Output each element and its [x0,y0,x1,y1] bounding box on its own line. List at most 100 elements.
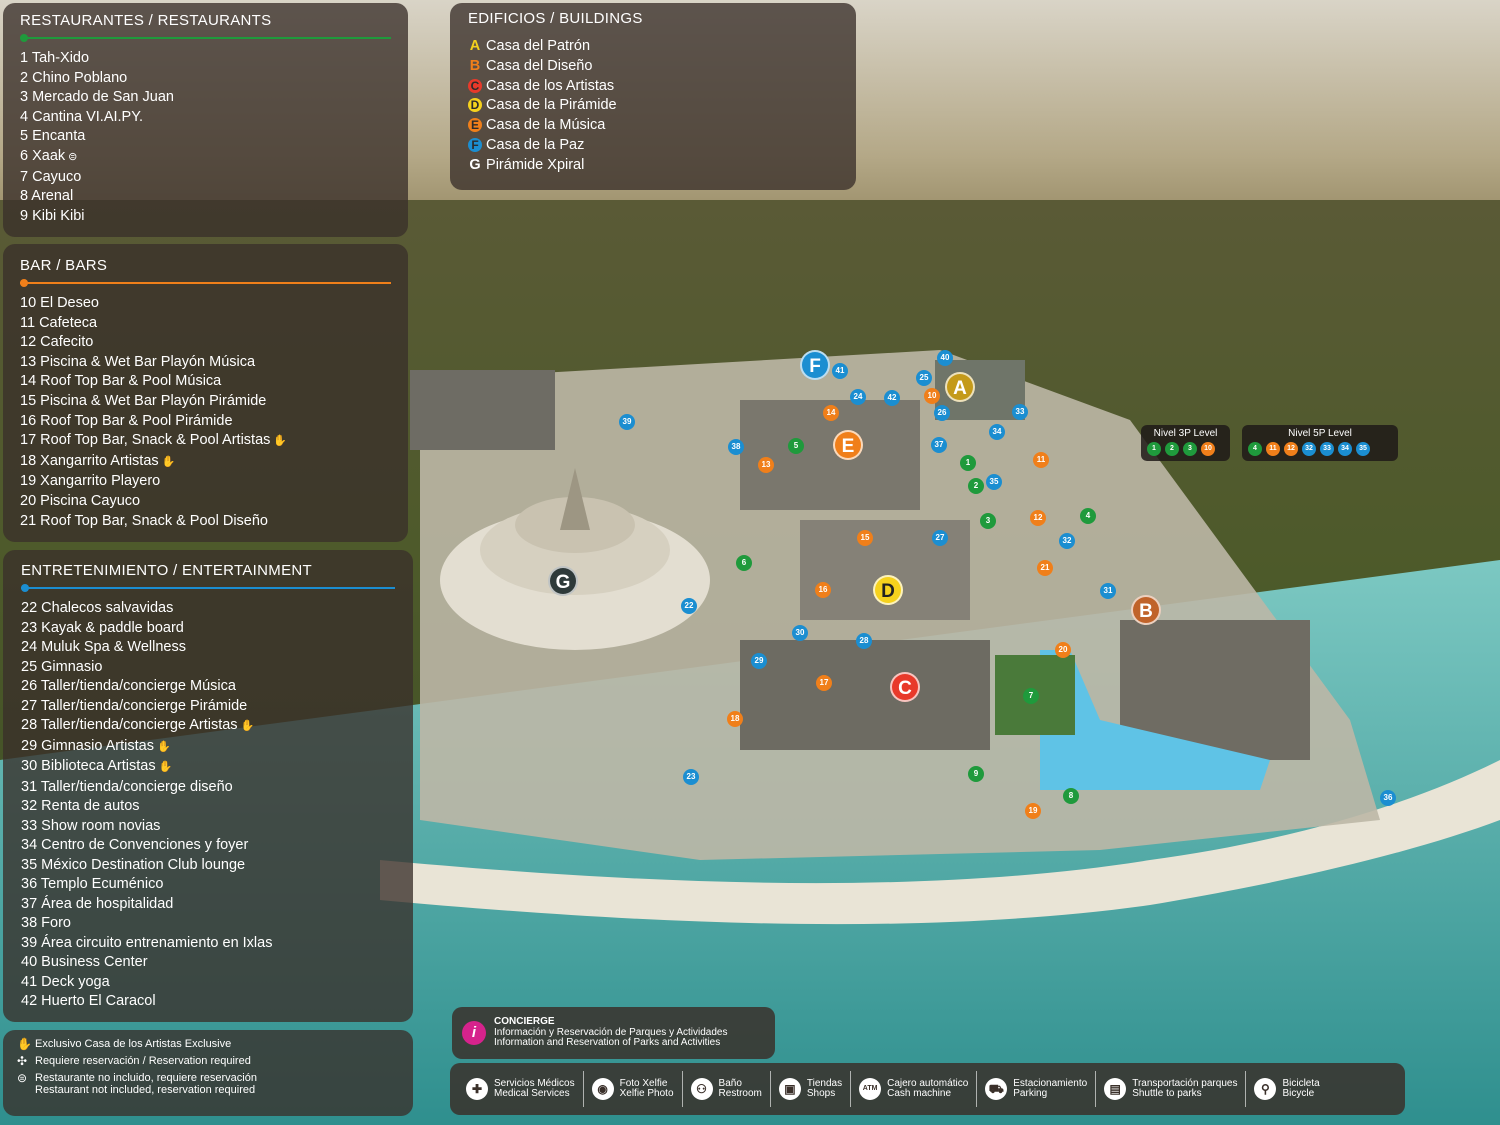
service-item: ⛟ Estacionamiento Parking [977,1071,1097,1107]
bars-title: BAR / BARS [20,257,108,274]
level-5p-title: Nivel 5P Level [1288,428,1352,439]
map-marker[interactable]: 21 [1037,560,1053,576]
list-item: 22 Chalecos salvavidas [21,599,395,619]
map-marker[interactable]: 4 [1080,508,1096,524]
list-item-label: 30 Biblioteca Artistas [21,758,156,774]
building-letter: G [469,156,481,173]
legend-panel: ✋ Exclusivo Casa de los Artistas Exclusi… [3,1030,413,1116]
map-marker[interactable]: 3 [980,513,996,529]
service-item: ATM Cajero automático Cash machine [851,1071,978,1107]
map-marker[interactable]: 34 [989,424,1005,440]
list-item-label: 35 México Destination Club lounge [21,856,246,873]
map-marker[interactable]: 40 [937,350,953,366]
map-marker[interactable]: B [1131,595,1161,625]
list-item-label: 26 Taller/tienda/concierge Música [21,678,236,694]
map-marker[interactable]: E [833,430,863,460]
map-marker[interactable]: 23 [683,769,699,785]
map-marker[interactable]: 18 [727,711,743,727]
map-marker[interactable]: 16 [815,582,831,598]
map-marker[interactable]: 12 [1030,510,1046,526]
map-marker[interactable]: 30 [792,625,808,641]
list-item: 2 Chino Poblano [20,69,391,89]
service-label: Estacionamiento Parking [1013,1077,1088,1099]
list-item-label: 1 Tah-Xido [20,50,90,66]
list-item: 42 Huerto El Caracol [21,992,395,1012]
map-marker[interactable]: 15 [857,530,873,546]
map-marker[interactable]: 39 [619,414,635,430]
list-item-label: 10 El Deseo [20,295,99,311]
map-marker[interactable]: 27 [932,530,948,546]
list-item-label: 8 Arenal [20,188,74,205]
map-marker[interactable]: 29 [751,653,767,669]
list-item: 17 Roof Top Bar, Snack & Pool Artistas ✋ [20,431,391,452]
service-item: ⚲ Bicicleta Bicycle [1246,1071,1327,1107]
map-marker[interactable]: 32 [1059,533,1075,549]
list-item-label: 31 Taller/tienda/concierge diseño [21,778,233,795]
building-name: Casa del Diseño [482,57,593,74]
level-dot: 2 [1165,442,1179,456]
map-marker[interactable]: 38 [728,439,744,455]
level-dot: 10 [1201,442,1215,456]
concierge-box[interactable]: i CONCIERGE Información y Reservación de… [452,1007,775,1059]
map-marker[interactable]: 37 [931,437,947,453]
list-item-label: 37 Área de hospitalidad [21,895,174,912]
level-dot: 3 [1183,442,1197,456]
list-item-label: 11 Cafeteca [20,314,98,331]
building-item: D Casa de la Pirámide [468,96,838,116]
map-marker[interactable]: 9 [968,766,984,782]
map-marker[interactable]: 42 [884,390,900,406]
concierge-line-en: Information and Reservation of Parks and… [494,1037,721,1049]
list-item: 39 Área circuito entrenamiento en Ixlas [21,934,395,954]
map-marker[interactable]: 7 [1023,688,1039,704]
map-marker[interactable]: 11 [1033,452,1049,468]
car-icon: ⛟ [985,1078,1008,1100]
service-item: ◉ Foto Xelfie Xelfie Photo [584,1071,683,1107]
list-item-label: 13 Piscina & Wet Bar Playón Música [20,353,256,370]
map-marker[interactable]: 5 [788,438,804,454]
map-marker[interactable]: 28 [856,633,872,649]
map-marker[interactable]: 25 [916,370,932,386]
map-marker[interactable]: 6 [736,555,752,571]
map-marker[interactable]: 13 [758,457,774,473]
list-item: 18 Xangarrito Artistas ✋ [20,452,391,473]
building-letter: E [468,118,482,133]
list-item-label: 33 Show room novias [21,817,161,834]
building-letter: D [468,98,482,113]
list-item: 40 Business Center [21,953,395,973]
list-item-label: 24 Muluk Spa & Wellness [21,639,186,655]
map-marker[interactable]: 8 [1063,788,1079,804]
map-marker[interactable]: C [890,672,920,702]
map-marker[interactable]: 17 [816,675,832,691]
map-marker[interactable]: 35 [986,474,1002,490]
map-marker[interactable]: 14 [823,405,839,421]
map-marker[interactable]: 31 [1100,583,1116,599]
map-marker[interactable]: 19 [1025,803,1041,819]
building-item: A Casa del Patrón [468,37,838,57]
map-marker[interactable]: D [873,575,903,605]
entertainment-panel: ENTRETENIMIENTO / ENTERTAINMENT 22 Chale… [3,550,413,1022]
map-marker[interactable]: 20 [1055,642,1071,658]
restaurants-list: 1 Tah-Xido 2 Chino Poblano 3 Mercado de Sa… [20,49,391,226]
building-letter: C [468,78,482,93]
list-item-label: 40 Business Center [21,954,148,970]
building-item: E Casa de la Música [468,116,838,136]
map-marker[interactable]: 22 [681,598,697,614]
map-marker[interactable]: A [945,372,975,402]
map-marker[interactable]: G [548,566,578,596]
map-marker[interactable]: 36 [1380,790,1396,806]
map-marker[interactable]: 2 [968,478,984,494]
list-item-label: 38 Foro [21,915,71,931]
legend-row-reservation: ✣ Requiere reservación / Reservation req… [17,1055,399,1067]
map-marker[interactable]: 1 [960,455,976,471]
map-marker[interactable]: F [800,350,830,380]
map-marker[interactable]: 26 [934,405,950,421]
list-item: 20 Piscina Cayuco [20,492,391,512]
map-marker[interactable]: 10 [924,388,940,404]
map-marker[interactable]: 41 [832,363,848,379]
list-item-label: 27 Taller/tienda/concierge Pirámide [21,697,248,714]
map-marker[interactable]: 33 [1012,404,1028,420]
list-item-label: 23 Kayak & paddle board [21,619,184,636]
list-item: 7 Cayuco [20,168,391,188]
map-marker[interactable]: 24 [850,389,866,405]
list-item: 11 Cafeteca [20,314,391,334]
